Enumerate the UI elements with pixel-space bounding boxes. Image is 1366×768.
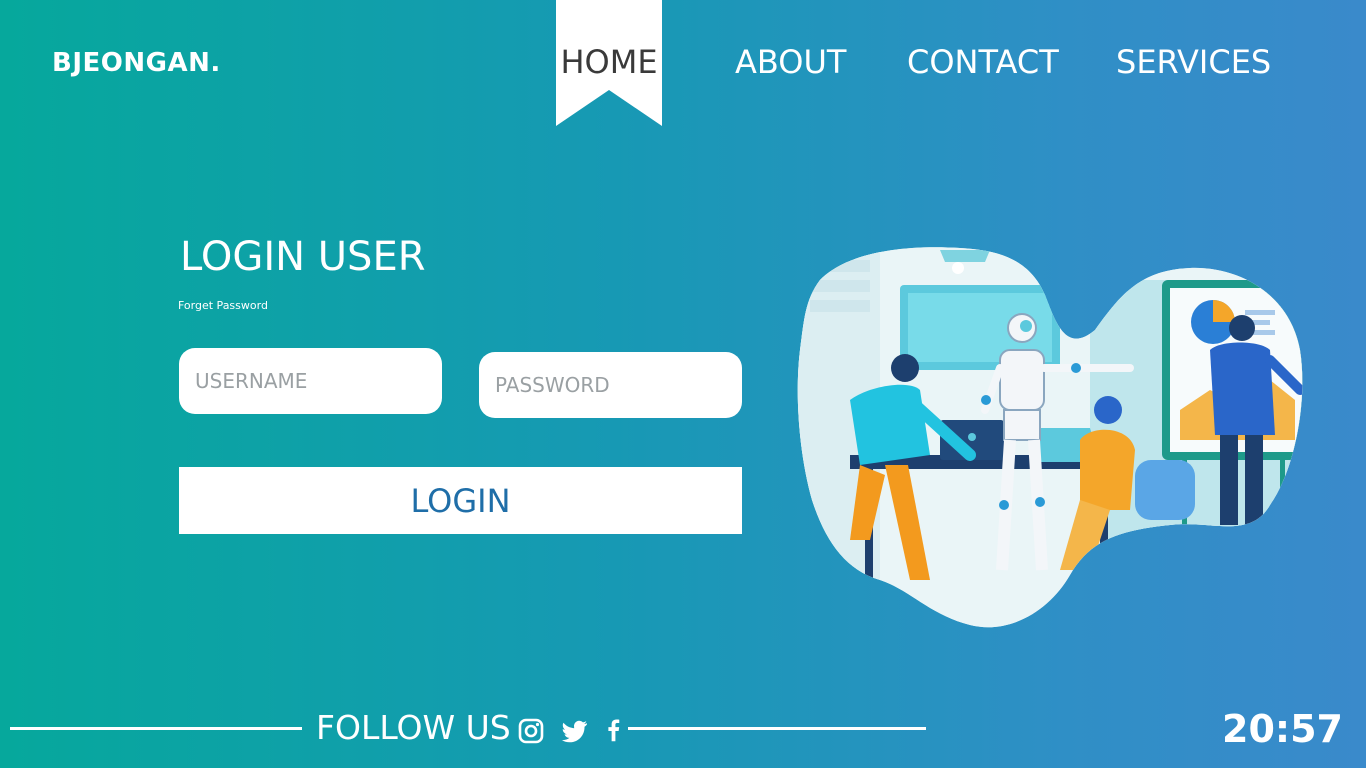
office-robot-illustration — [797, 247, 1303, 628]
clock-time: 20:57 — [1222, 707, 1343, 751]
nav-contact[interactable]: CONTACT — [907, 40, 1059, 84]
twitter-icon[interactable] — [560, 717, 588, 745]
footer-divider-right — [628, 727, 926, 730]
brand-logo[interactable]: BJEONGAN. — [52, 46, 221, 80]
nav-home[interactable]: HOME — [556, 40, 662, 84]
nav-services[interactable]: SERVICES — [1116, 40, 1271, 84]
password-input[interactable] — [479, 352, 742, 418]
login-title: LOGIN USER — [180, 234, 426, 280]
username-input[interactable] — [179, 348, 442, 414]
footer-divider-left — [10, 727, 302, 730]
login-button[interactable]: LOGIN — [179, 467, 742, 534]
follow-us-label: FOLLOW US — [316, 708, 511, 747]
forget-password-link[interactable]: Forget Password — [178, 299, 268, 313]
nav-about[interactable]: ABOUT — [735, 40, 846, 84]
facebook-icon[interactable] — [600, 717, 628, 745]
instagram-icon[interactable] — [517, 717, 545, 745]
